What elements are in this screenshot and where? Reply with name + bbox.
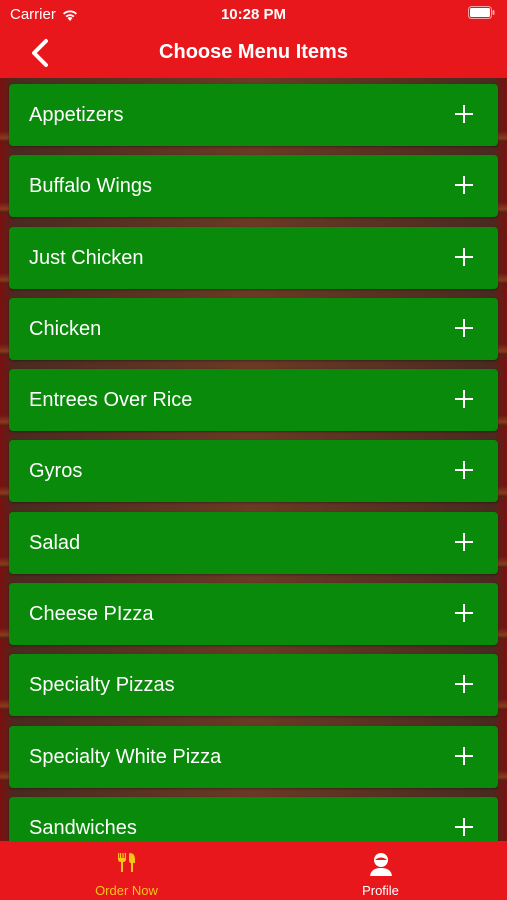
menu-category-label: Just Chicken: [29, 246, 144, 269]
tab-bar: Order Now Profile: [0, 841, 507, 900]
menu-category-label: Specialty Pizzas: [29, 674, 175, 697]
menu-category-label: Entrees Over Rice: [29, 389, 193, 412]
tab-label: Profile: [362, 883, 399, 898]
menu-category-row[interactable]: Specialty White Pizza: [9, 725, 498, 788]
plus-icon[interactable]: [454, 247, 474, 267]
menu-category-label: Cheese PIzza: [29, 603, 154, 626]
plus-icon[interactable]: [454, 104, 474, 124]
menu-category-row[interactable]: Just Chicken: [9, 226, 498, 289]
profile-icon: [254, 851, 507, 877]
menu-category-label: Salad: [29, 531, 81, 554]
menu-category-label: Gyros: [29, 460, 83, 483]
menu-category-label: Buffalo Wings: [29, 175, 153, 198]
menu-category-row[interactable]: Entrees Over Rice: [9, 369, 498, 432]
page-title: Choose Menu Items: [159, 41, 348, 63]
plus-icon[interactable]: [454, 175, 474, 195]
menu-category-label: Chicken: [29, 317, 102, 340]
menu-category-row[interactable]: Sandwiches: [9, 796, 498, 841]
battery-icon: [468, 6, 495, 23]
clock: 10:28 PM: [220, 6, 287, 23]
menu-category-label: Appetizers: [29, 104, 124, 126]
plus-icon[interactable]: [454, 389, 474, 409]
menu-list: Appetizers Buffalo Wings Just Chicken Chick…: [9, 84, 498, 841]
tab-label: Order Now: [95, 883, 158, 898]
menu-category-row[interactable]: Buffalo Wings: [9, 155, 498, 218]
plus-icon[interactable]: [454, 532, 474, 552]
menu-category-row[interactable]: Cheese PIzza: [9, 583, 498, 646]
menu-category-row[interactable]: Specialty Pizzas: [9, 654, 498, 717]
utensils-icon: [0, 851, 253, 877]
menu-category-label: Specialty White Pizza: [29, 745, 222, 768]
plus-icon[interactable]: [454, 817, 474, 837]
menu-category-row[interactable]: Salad: [9, 511, 498, 574]
tab-profile[interactable]: Profile: [254, 841, 507, 900]
plus-icon[interactable]: [454, 318, 474, 338]
status-bar: Carrier 10:28 PM: [0, 0, 507, 28]
menu-category-row[interactable]: Appetizers: [9, 84, 498, 146]
plus-icon[interactable]: [454, 674, 474, 694]
menu-category-row[interactable]: Gyros: [9, 440, 498, 503]
menu-category-label: Sandwiches: [29, 816, 137, 839]
navigation-bar: Choose Menu Items: [0, 28, 507, 78]
plus-icon[interactable]: [454, 460, 474, 480]
tab-order-now[interactable]: Order Now: [0, 841, 253, 900]
menu-background[interactable]: Appetizers Buffalo Wings Just Chicken Chick…: [0, 78, 507, 841]
plus-icon[interactable]: [454, 746, 474, 766]
plus-icon[interactable]: [454, 603, 474, 623]
menu-category-row[interactable]: Chicken: [9, 297, 498, 360]
